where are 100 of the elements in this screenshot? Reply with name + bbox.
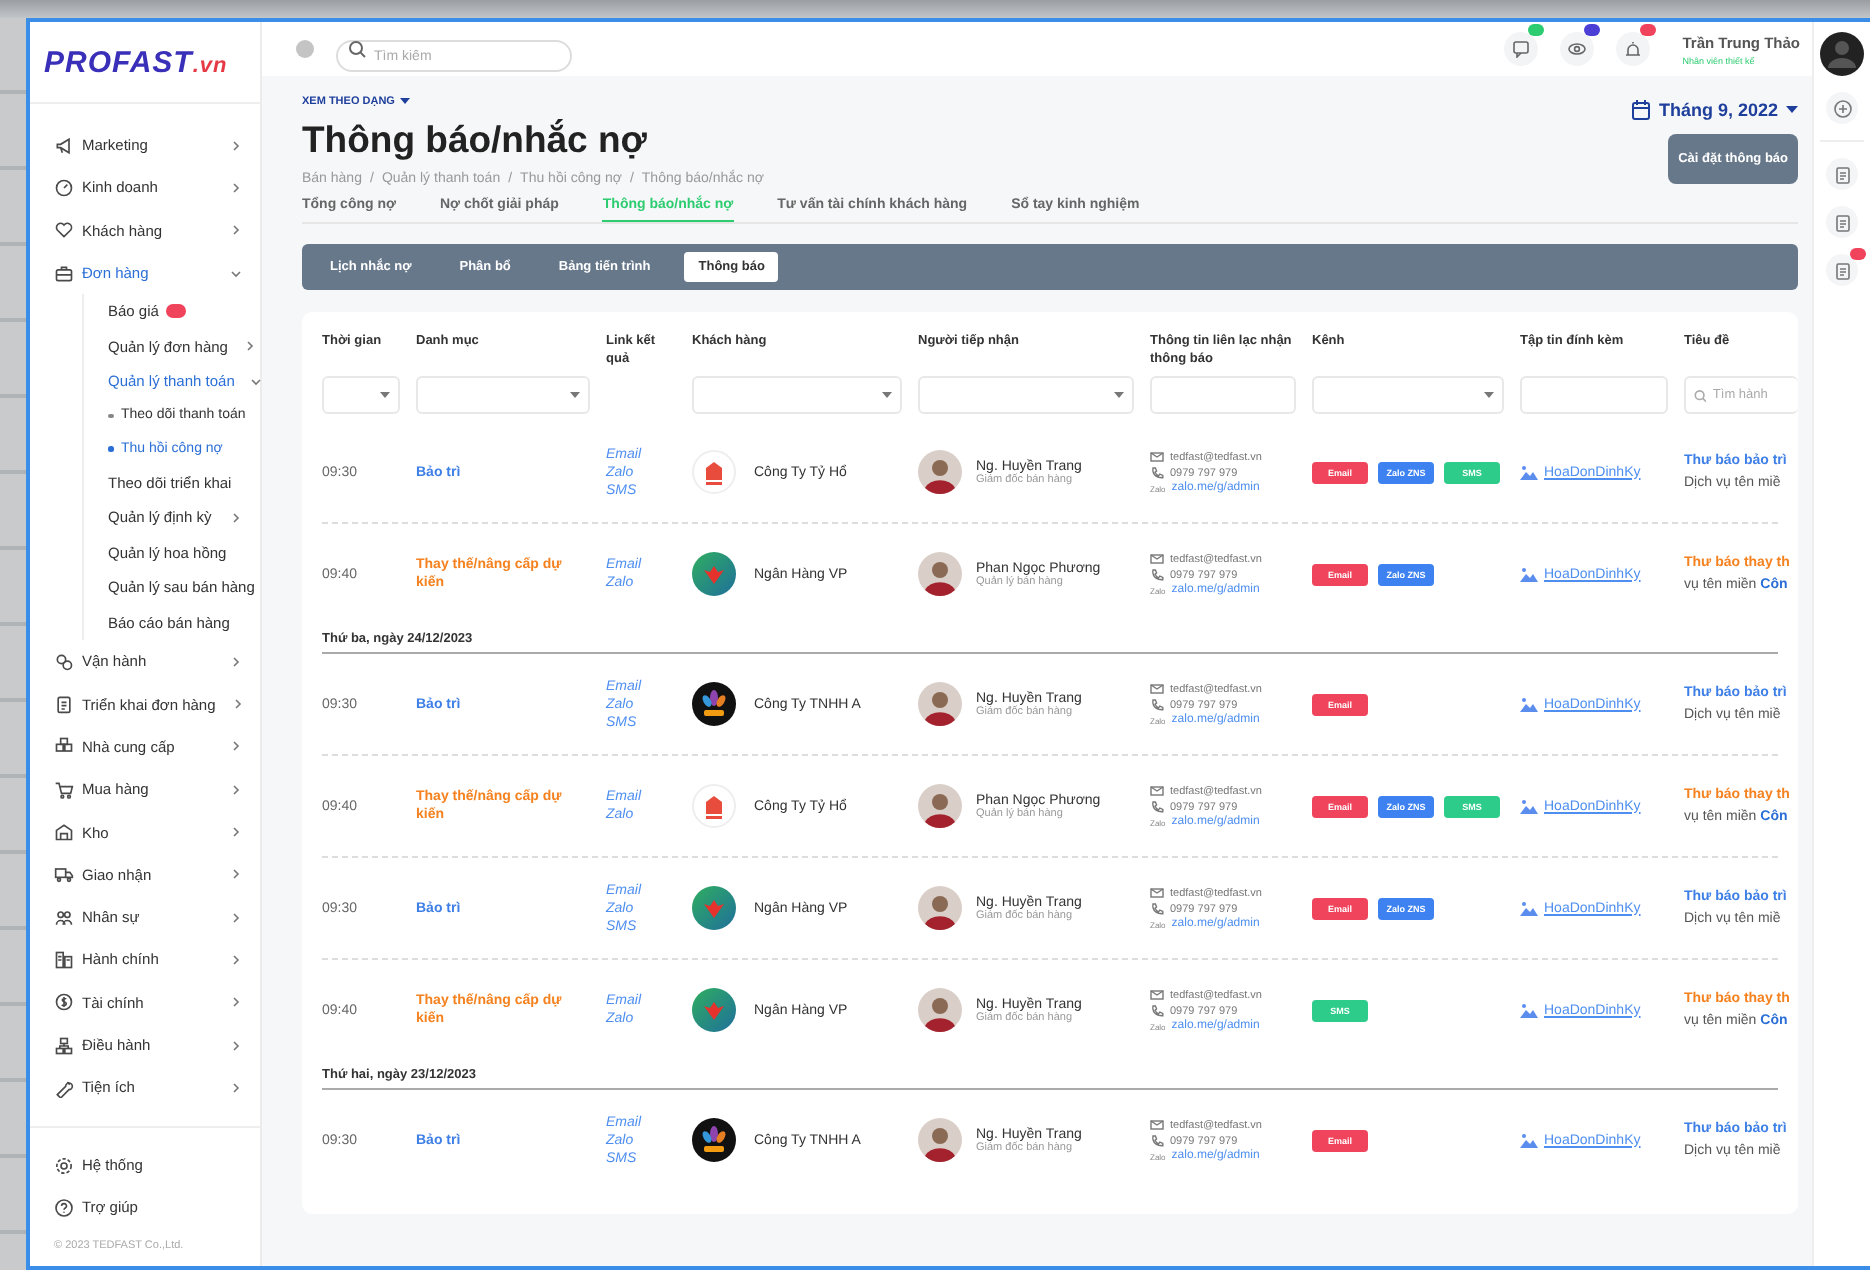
phone-icon [1150,1134,1164,1148]
mail-icon [1150,784,1164,798]
menu-icon [54,135,74,156]
image-file-icon [1520,1002,1538,1018]
chevron-icon [230,953,242,966]
search-icon [348,40,366,58]
document-icon [1833,213,1851,231]
avatar-icon [918,1118,962,1162]
menu-icon [54,907,74,928]
calendar-icon [1632,100,1651,120]
menu-icon [54,779,74,800]
mail-icon [1150,988,1164,1002]
chevron-icon [243,340,256,353]
filter-dropdown[interactable] [692,376,902,414]
mail-icon [1150,886,1164,900]
menu-icon [54,992,74,1013]
phone-icon [1150,800,1164,814]
image-file-icon [1520,798,1538,814]
avatar-icon [1820,32,1864,76]
brand-logo: PROFAST.vn [44,45,228,79]
caret-icon [1786,106,1798,114]
document-button[interactable] [1826,206,1858,238]
caret-icon [882,391,892,399]
company-logo-icon [692,886,736,930]
document-icon [1833,165,1851,183]
menu-icon [54,1077,74,1098]
mail-icon [1150,682,1164,696]
chevron-icon [230,783,242,796]
chevron-icon [230,996,242,1009]
month-picker[interactable]: Tháng 9, 2022 [1632,100,1798,120]
mail-icon [1150,450,1164,464]
company-logo-icon [692,450,736,494]
chevron-icon [230,655,242,668]
filter-dropdown[interactable] [918,376,1134,414]
avatar-icon [918,988,962,1032]
avatar-icon [918,784,962,828]
chevron-icon [231,698,244,711]
chevron-icon [250,375,263,388]
filter-dropdown[interactable] [322,376,400,414]
filter-dropdown[interactable] [1312,376,1504,414]
image-file-icon [1520,696,1538,712]
chevron-icon [230,740,242,753]
settings-icon [54,1155,74,1175]
mail-icon [1150,1118,1164,1132]
caret-icon [400,98,411,106]
phone-icon [1150,1004,1164,1018]
phone-icon [1150,698,1164,712]
menu-icon [54,736,74,757]
filter-dropdown[interactable] [416,376,590,414]
collapse-button[interactable] [296,40,314,58]
chevron-icon [230,224,242,237]
help-icon [54,1197,74,1217]
phone-icon [1150,568,1164,582]
chevron-icon [230,1081,242,1094]
chevron-icon [230,267,242,280]
company-logo-icon [692,552,736,596]
chevron-icon [230,511,242,524]
add-icon [1833,99,1851,117]
page-title: Thông báo/nhắc nợ [302,118,649,162]
menu-icon [54,651,74,672]
image-file-icon [1520,464,1538,480]
chevron-icon [230,826,242,839]
chevron-icon [230,868,242,881]
menu-icon [54,864,74,885]
chevron-icon [230,911,242,924]
avatar-icon [918,552,962,596]
company-logo-icon [692,1118,736,1162]
avatar-icon [918,450,962,494]
caret-icon [380,391,390,399]
menu-icon [54,1035,74,1055]
company-logo-icon [692,988,736,1032]
alarm-icon [1624,40,1643,58]
phone-icon [1150,902,1164,916]
chat-icon [1512,40,1531,58]
search-icon [1694,387,1707,403]
caret-icon [570,391,580,399]
eye-icon [1568,40,1587,58]
add-button[interactable] [1826,92,1858,124]
menu-icon [54,822,74,843]
menu-icon [54,694,74,715]
caret-icon [1114,391,1124,399]
company-logo-icon [692,784,736,828]
chevron-icon [230,181,242,194]
document-button[interactable] [1826,158,1858,190]
phone-icon [1150,466,1164,480]
document-icon [1833,261,1851,279]
image-file-icon [1520,566,1538,582]
company-logo-icon [692,682,736,726]
menu-icon [54,949,74,970]
avatar-icon [918,886,962,930]
menu-icon [54,177,74,198]
menu-icon [54,220,74,241]
chevron-icon [230,139,242,152]
image-file-icon [1520,1132,1538,1148]
chevron-icon [230,1039,242,1051]
menu-icon [54,263,74,284]
avatar-icon [918,682,962,726]
mail-icon [1150,552,1164,566]
image-file-icon [1520,900,1538,916]
caret-icon [1484,391,1494,399]
